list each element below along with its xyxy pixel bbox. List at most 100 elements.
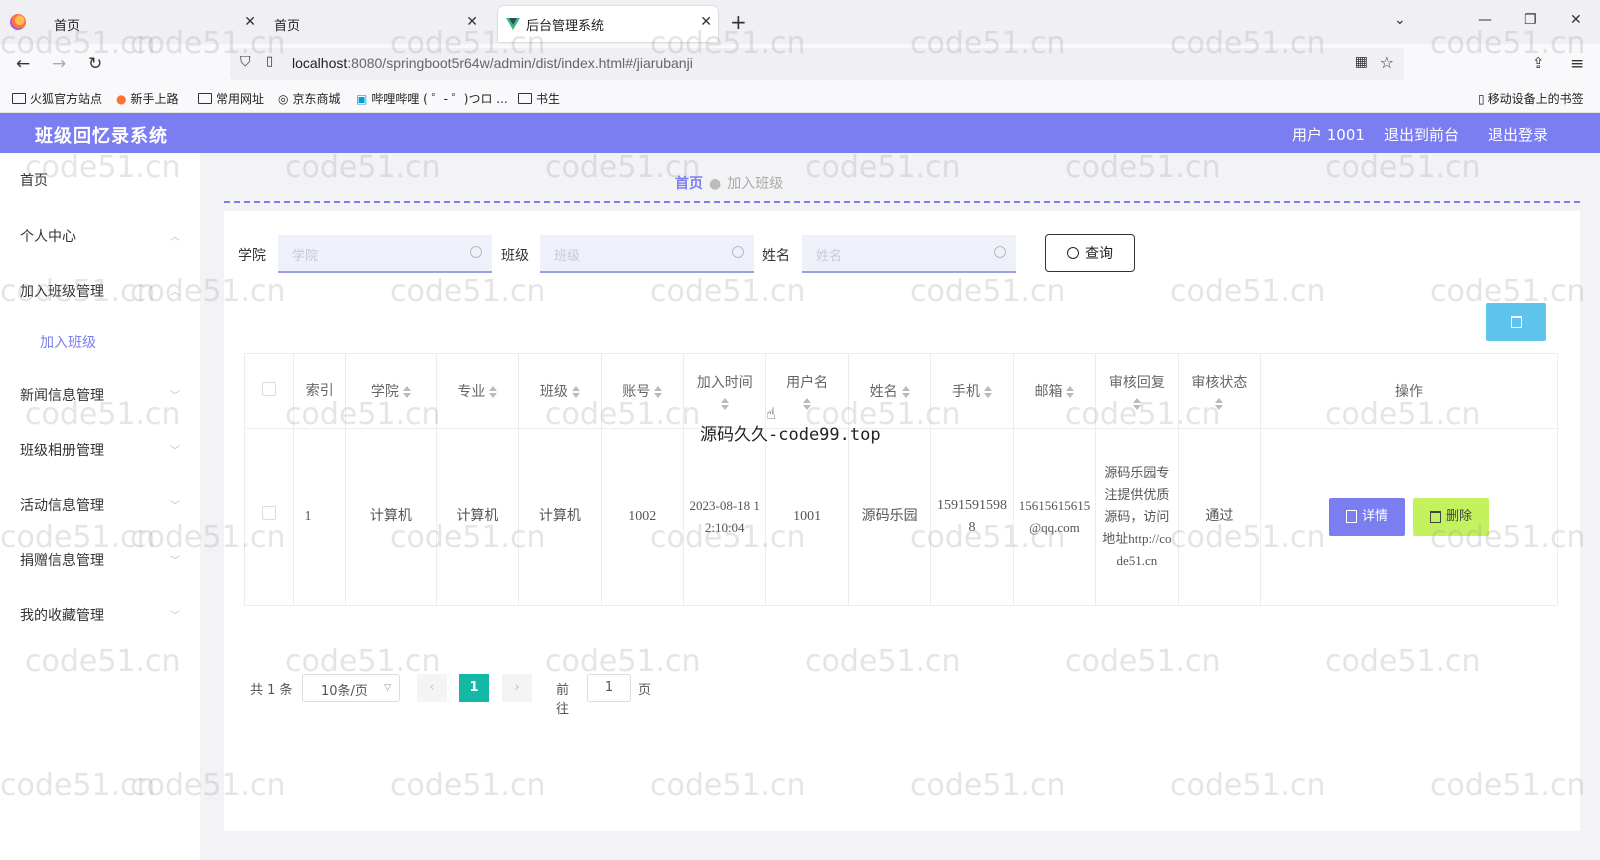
sort-icon[interactable] — [402, 386, 411, 398]
forward-icon[interactable]: → — [52, 54, 66, 74]
query-button[interactable]: 查询 — [1045, 234, 1135, 272]
sidebar-item-news[interactable]: 新闻信息管理 — [20, 385, 104, 405]
sidebar-item-join-class-mgmt[interactable]: 加入班级管理 — [20, 281, 104, 301]
folder-icon — [518, 93, 532, 104]
new-tab-icon[interactable]: + — [730, 10, 747, 34]
url-text[interactable]: localhost:8080/springboot5r64w/admin/dis… — [292, 55, 693, 71]
current-user: 用户 1001 — [1292, 126, 1365, 144]
bookmark-item[interactable]: ▣ 哔哩哔哩 ( ゜- ゜)つロ ... — [356, 90, 508, 107]
cell-reply: 源码乐园专注提供优质源码，访问地址http://code51.cn — [1095, 428, 1179, 606]
prev-page-button[interactable]: ‹ — [417, 674, 447, 702]
cell-actions: 详情 删除 — [1260, 428, 1558, 606]
bookmark-star-icon[interactable]: ☆ — [1380, 53, 1394, 72]
chevron-down-icon: ﹀ — [170, 501, 180, 512]
sidebar-item-activity[interactable]: 活动信息管理 — [20, 495, 104, 515]
back-icon[interactable]: ← — [16, 54, 30, 74]
college-search-input[interactable]: 学院 — [278, 235, 492, 273]
qr-code-icon[interactable]: ▦ — [1355, 54, 1368, 70]
browser-tab-bar: 首页 ✕ 首页 ✕ 后台管理系统 ✕ + ⌄ — ❐ ✕ — [0, 0, 1600, 44]
sidebar-item-donation[interactable]: 捐赠信息管理 — [20, 550, 104, 570]
bilibili-icon: ▣ — [356, 91, 368, 106]
restore-icon[interactable]: ❐ — [1524, 12, 1537, 28]
sort-icon[interactable] — [489, 386, 498, 398]
chevron-down-icon: ﹀ — [170, 556, 180, 567]
chevron-down-icon: ﹀ — [170, 446, 180, 457]
select-all-checkbox[interactable] — [243, 353, 295, 429]
mobile-bookmarks[interactable]: ▯ 移动设备上的书签 — [1478, 90, 1584, 107]
name-search-input[interactable]: 姓名 — [802, 235, 1016, 273]
exit-to-front-link[interactable]: 退出到前台 — [1384, 124, 1459, 145]
sort-icon[interactable] — [901, 386, 910, 398]
browser-tab-2[interactable]: 首页 ✕ — [266, 6, 484, 42]
col-status[interactable]: 审核状态 — [1177, 353, 1262, 429]
sort-icon[interactable] — [1132, 398, 1141, 410]
col-phone[interactable]: 手机 — [930, 353, 1014, 429]
bookmark-item[interactable]: 常用网址 — [198, 90, 264, 107]
folder-icon — [12, 93, 26, 104]
sort-icon[interactable] — [803, 398, 812, 410]
row-checkbox[interactable] — [243, 428, 295, 606]
sort-icon[interactable] — [1066, 386, 1075, 398]
sort-icon[interactable] — [984, 386, 993, 398]
sort-icon[interactable] — [1215, 398, 1224, 410]
col-college[interactable]: 学院 — [344, 353, 437, 429]
goto-page-input[interactable]: 1 — [587, 674, 631, 702]
tab-list-icon[interactable]: ⌄ — [1394, 12, 1406, 28]
page-size-select[interactable]: 10条/页 ▽ — [302, 674, 400, 702]
pagination-total: 共 1 条 — [250, 683, 293, 698]
page-number-button[interactable]: 1 — [459, 674, 489, 702]
col-reply[interactable]: 审核回复 — [1095, 353, 1179, 429]
detail-button[interactable]: 详情 — [1329, 497, 1406, 536]
col-account[interactable]: 账号 — [600, 353, 684, 429]
url-bar[interactable]: ⛉ ▯ localhost:8080/springboot5r64w/admin… — [230, 48, 1404, 80]
firefox-icon: ● — [116, 91, 127, 106]
minimize-icon[interactable]: — — [1478, 12, 1492, 28]
sidebar-item-album[interactable]: 班级相册管理 — [20, 440, 104, 460]
close-icon[interactable]: ✕ — [466, 14, 478, 30]
reload-icon[interactable]: ↻ — [88, 54, 102, 74]
sidebar-item-join-class[interactable]: 加入班级 — [40, 332, 96, 352]
col-join-time[interactable]: 加入时间 — [682, 353, 767, 429]
col-major[interactable]: 专业 — [435, 353, 520, 429]
sort-icon[interactable] — [654, 386, 663, 398]
logout-link[interactable]: 退出登录 — [1488, 124, 1548, 145]
col-name[interactable]: 姓名 — [847, 353, 932, 429]
browser-tab-3[interactable]: 后台管理系统 ✕ — [498, 6, 718, 42]
browser-tab-1[interactable]: 首页 ✕ — [44, 6, 262, 42]
delete-button[interactable]: 删除 — [1413, 498, 1490, 537]
next-page-button[interactable]: › — [502, 674, 532, 702]
breadcrumb-home[interactable]: 首页 — [675, 176, 703, 192]
shield-icon[interactable]: ⛉ — [240, 54, 251, 70]
bookmark-item[interactable]: ● 新手上路 — [116, 90, 179, 107]
sidebar-item-favorites[interactable]: 我的收藏管理 — [20, 605, 104, 625]
cell-account: 1002 — [600, 428, 684, 606]
batch-delete-button[interactable] — [1486, 303, 1546, 341]
extensions-icon[interactable]: ⇪ — [1532, 54, 1545, 72]
menu-icon[interactable]: ≡ — [1570, 54, 1584, 74]
bookmark-item[interactable]: 火狐官方站点 — [12, 90, 102, 107]
chevron-down-icon: ▽ — [384, 683, 391, 693]
close-icon[interactable]: ✕ — [244, 14, 256, 30]
col-email[interactable]: 邮箱 — [1012, 353, 1097, 429]
sidebar-item-home[interactable]: 首页 — [20, 170, 48, 190]
data-table: 索引 学院 专业 班级 账号 加入时间 用户名 姓名 手机 邮箱 审核回复 审核… — [243, 353, 1558, 606]
close-icon[interactable]: ✕ — [700, 14, 712, 30]
col-username[interactable]: 用户名 — [765, 353, 849, 429]
window-close-icon[interactable]: ✕ — [1570, 12, 1582, 28]
breadcrumb-current: 加入班级 — [727, 176, 784, 192]
tab-title: 首页 — [274, 18, 301, 34]
bookmark-item[interactable]: ◎ 京东商城 — [278, 90, 341, 107]
app-header: 班级回忆录系统 用户 1001 退出到前台 退出登录 — [0, 113, 1600, 153]
bookmarks-bar: 火狐官方站点 ● 新手上路 常用网址 ◎ 京东商城 ▣ 哔哩哔哩 ( ゜- ゜)つロ … — [0, 84, 1600, 113]
col-class[interactable]: 班级 — [518, 353, 602, 429]
class-search-input[interactable]: 班级 — [540, 235, 754, 273]
goto-suffix: 页 — [638, 683, 652, 698]
sidebar-item-profile[interactable]: 个人中心 — [20, 226, 76, 246]
bookmark-item[interactable]: 书生 — [518, 90, 560, 107]
cell-index: 1 — [293, 428, 346, 606]
chevron-down-icon: ﹀ — [170, 391, 180, 402]
overlay-watermark-text: 源码久久-code99.top — [700, 425, 881, 445]
sort-icon[interactable] — [720, 398, 729, 410]
sidebar: 首页 个人中心 ︿ 加入班级管理 ︿ 加入班级 新闻信息管理 ﹀ 班级相册管理 … — [0, 153, 200, 860]
sort-icon[interactable] — [571, 386, 580, 398]
